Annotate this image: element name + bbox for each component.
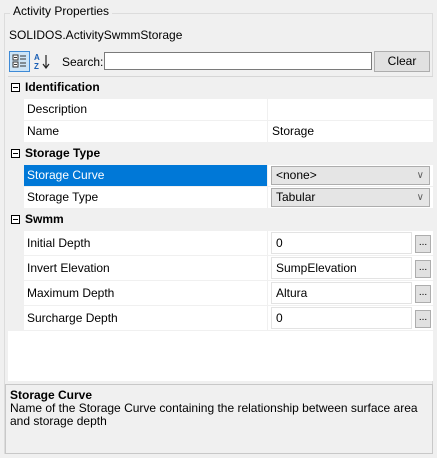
- property-name: Invert Elevation: [24, 256, 268, 280]
- category-label: Identification: [25, 80, 100, 94]
- selected-object-name: SOLIDOS.ActivitySwmmStorage: [9, 28, 183, 42]
- category-label: Storage Type: [25, 146, 101, 160]
- property-name: Description: [24, 99, 268, 120]
- property-row-storage-curve[interactable]: Storage Curve <none> ∨: [8, 165, 433, 187]
- property-row-maximum-depth[interactable]: Maximum Depth Altura ...: [8, 281, 433, 306]
- property-value-description[interactable]: [269, 99, 433, 120]
- property-value-name[interactable]: Storage: [269, 121, 433, 142]
- category-swmm[interactable]: Swmm: [8, 209, 433, 231]
- search-label: Search:: [62, 55, 104, 69]
- property-grid: Identification Description Name Storage …: [8, 76, 433, 381]
- storage-curve-dropdown[interactable]: <none> ∨: [271, 166, 430, 185]
- groupbox-title: Activity Properties: [10, 4, 113, 18]
- property-name: Storage Type: [24, 187, 268, 208]
- alphabetical-view-button[interactable]: A Z: [32, 51, 53, 72]
- svg-text:A: A: [34, 53, 40, 62]
- invert-elevation-input[interactable]: SumpElevation: [271, 257, 412, 279]
- property-row-surcharge-depth[interactable]: Surcharge Depth 0 ...: [8, 306, 433, 331]
- category-label: Swmm: [25, 212, 64, 226]
- property-row-name[interactable]: Name Storage: [8, 121, 433, 143]
- chevron-down-icon: ∨: [416, 192, 424, 203]
- svg-text:Z: Z: [34, 62, 39, 71]
- category-storage-type[interactable]: Storage Type: [8, 143, 433, 165]
- invert-elevation-ellipsis-button[interactable]: ...: [415, 260, 431, 278]
- storage-type-dropdown[interactable]: Tabular ∨: [271, 188, 430, 207]
- sort-az-icon: A Z: [34, 53, 50, 71]
- property-row-description[interactable]: Description: [8, 99, 433, 121]
- property-name: Maximum Depth: [24, 281, 268, 305]
- initial-depth-ellipsis-button[interactable]: ...: [415, 235, 431, 253]
- surcharge-depth-ellipsis-button[interactable]: ...: [415, 310, 431, 328]
- search-input[interactable]: [104, 52, 372, 70]
- collapse-icon[interactable]: [11, 149, 20, 158]
- categorized-icon: [12, 54, 26, 68]
- property-row-invert-elevation[interactable]: Invert Elevation SumpElevation ...: [8, 256, 433, 281]
- collapse-icon[interactable]: [11, 215, 20, 224]
- property-name: Storage Curve: [24, 165, 268, 186]
- property-name: Initial Depth: [24, 231, 268, 255]
- help-panel: Storage Curve Name of the Storage Curve …: [5, 384, 433, 454]
- property-row-initial-depth[interactable]: Initial Depth 0 ...: [8, 231, 433, 256]
- maximum-depth-input[interactable]: Altura: [271, 282, 412, 304]
- clear-button[interactable]: Clear: [374, 51, 430, 72]
- collapse-icon[interactable]: [11, 83, 20, 92]
- property-name: Surcharge Depth: [24, 306, 268, 330]
- help-description: Name of the Storage Curve containing the…: [10, 401, 418, 428]
- property-row-storage-type[interactable]: Storage Type Tabular ∨: [8, 187, 433, 209]
- category-identification[interactable]: Identification: [8, 77, 433, 99]
- initial-depth-input[interactable]: 0: [271, 232, 412, 254]
- categorized-view-button[interactable]: [9, 51, 30, 72]
- maximum-depth-ellipsis-button[interactable]: ...: [415, 285, 431, 303]
- chevron-down-icon: ∨: [416, 170, 424, 181]
- property-name: Name: [24, 121, 268, 142]
- surcharge-depth-input[interactable]: 0: [271, 307, 412, 329]
